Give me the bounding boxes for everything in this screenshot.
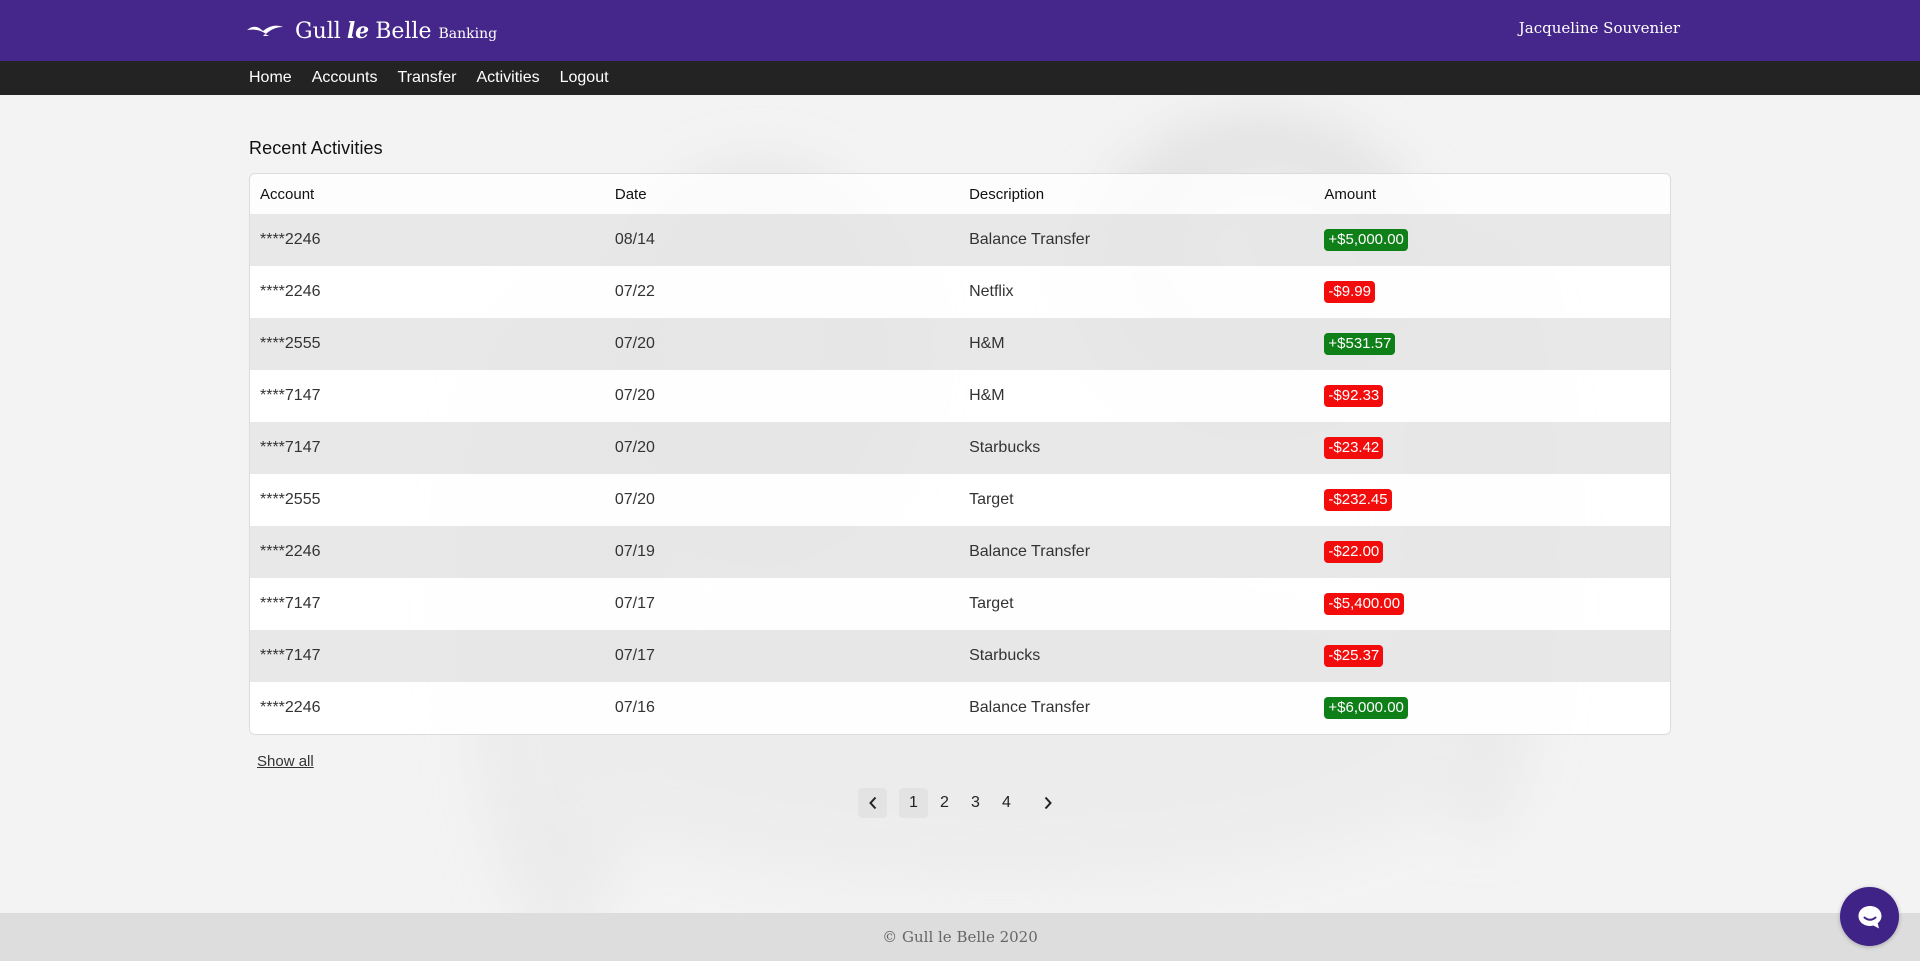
activities-table-body: ****2246 08/14 Balance Transfer +$5,000.00 *… <box>250 214 1670 734</box>
date-cell: 07/17 <box>604 630 960 682</box>
activities-table-card: Account Date Description Amount ****2246… <box>249 173 1671 735</box>
date-cell: 07/16 <box>604 682 960 734</box>
nav-transfer[interactable]: Transfer <box>398 61 457 95</box>
amount-cell: +$531.57 <box>1314 318 1670 370</box>
next-page-button[interactable] <box>1033 788 1062 818</box>
account-cell: ****2246 <box>250 214 605 266</box>
date-cell: 07/17 <box>604 578 960 630</box>
amount-cell: -$9.99 <box>1314 266 1670 318</box>
date-cell: 07/20 <box>604 422 960 474</box>
amount-cell: +$5,000.00 <box>1314 214 1670 266</box>
description-cell: H&M <box>959 318 1315 370</box>
show-all-link[interactable]: Show all <box>257 753 314 770</box>
amount-cell: -$232.45 <box>1314 474 1670 526</box>
table-row: ****2555 07/20 Target -$232.45 <box>250 474 1670 526</box>
date-cell: 07/19 <box>604 526 960 578</box>
page-3-button[interactable]: 3 <box>961 788 990 818</box>
nav-accounts[interactable]: Accounts <box>312 61 378 95</box>
amount-cell: -$25.37 <box>1314 630 1670 682</box>
amount-cell: -$92.33 <box>1314 370 1670 422</box>
description-cell: Balance Transfer <box>959 214 1315 266</box>
account-cell: ****7147 <box>250 578 605 630</box>
nav-activities[interactable]: Activities <box>476 61 539 95</box>
account-cell: ****7147 <box>250 422 605 474</box>
description-cell: Target <box>959 474 1315 526</box>
brand-subtitle: Banking <box>438 25 498 42</box>
account-cell: ****2555 <box>250 474 605 526</box>
amount-cell: +$6,000.00 <box>1314 682 1670 734</box>
brand-name-mid: le <box>346 18 370 44</box>
page-number-list: 1234 <box>898 788 1022 818</box>
main-nav: Home Accounts Transfer Activities Logout <box>0 61 1920 95</box>
page-2-button[interactable]: 2 <box>930 788 959 818</box>
table-row: ****7147 07/20 H&M -$92.33 <box>250 370 1670 422</box>
page-1-button[interactable]: 1 <box>899 788 928 818</box>
table-row: ****2246 08/14 Balance Transfer +$5,000.00 <box>250 214 1670 266</box>
footer: © Gull le Belle 2020 <box>0 913 1920 961</box>
chat-bubble-icon <box>1858 905 1881 928</box>
table-row: ****7147 07/20 Starbucks -$23.42 <box>250 422 1670 474</box>
amount-badge: -$9.99 <box>1324 281 1375 303</box>
chevron-left-icon <box>868 796 876 810</box>
pagination: 1234 <box>249 788 1671 818</box>
amount-badge: +$6,000.00 <box>1324 697 1408 719</box>
nav-home[interactable]: Home <box>249 61 292 95</box>
gull-icon <box>247 25 283 36</box>
footer-copyright: © Gull le Belle 2020 <box>882 928 1038 946</box>
date-cell: 07/22 <box>604 266 960 318</box>
amount-cell: -$5,400.00 <box>1314 578 1670 630</box>
page-title: Recent Activities <box>249 138 383 158</box>
chat-button[interactable] <box>1840 887 1899 946</box>
amount-badge: -$22.00 <box>1324 541 1384 563</box>
date-cell: 07/20 <box>604 474 960 526</box>
column-header-date: Date <box>604 174 960 214</box>
chevron-right-icon <box>1044 796 1052 810</box>
page-4-button[interactable]: 4 <box>992 788 1021 818</box>
account-cell: ****7147 <box>250 370 605 422</box>
table-row: ****2246 07/22 Netflix -$9.99 <box>250 266 1670 318</box>
table-header-row: Account Date Description Amount <box>250 174 1670 214</box>
description-cell: Target <box>959 578 1315 630</box>
nav-logout[interactable]: Logout <box>560 61 609 95</box>
account-cell: ****2246 <box>250 526 605 578</box>
table-row: ****2246 07/19 Balance Transfer -$22.00 <box>250 526 1670 578</box>
table-row: ****2246 07/16 Balance Transfer +$6,000.00 <box>250 682 1670 734</box>
amount-badge: +$531.57 <box>1324 333 1396 355</box>
brand-name-right: Belle <box>375 18 432 44</box>
table-row: ****2555 07/20 H&M +$531.57 <box>250 318 1670 370</box>
column-header-account: Account <box>250 174 605 214</box>
date-cell: 08/14 <box>604 214 960 266</box>
amount-badge: +$5,000.00 <box>1324 229 1408 251</box>
description-cell: Netflix <box>959 266 1315 318</box>
account-cell: ****2246 <box>250 266 605 318</box>
activities-table: Account Date Description Amount ****2246… <box>250 174 1670 734</box>
top-header: Gull le Belle Banking Jacqueline Souveni… <box>0 0 1920 61</box>
account-cell: ****2246 <box>250 682 605 734</box>
amount-badge: -$25.37 <box>1324 645 1384 667</box>
description-cell: H&M <box>959 370 1315 422</box>
amount-cell: -$22.00 <box>1314 526 1670 578</box>
amount-badge: -$92.33 <box>1324 385 1384 407</box>
date-cell: 07/20 <box>604 370 960 422</box>
amount-badge: -$5,400.00 <box>1324 593 1405 615</box>
description-cell: Starbucks <box>959 422 1315 474</box>
description-cell: Balance Transfer <box>959 682 1315 734</box>
amount-cell: -$23.42 <box>1314 422 1670 474</box>
brand-logo[interactable]: Gull le Belle Banking <box>245 16 497 46</box>
main-content: Recent Activities Account Date Descripti… <box>249 95 1671 818</box>
amount-badge: -$23.42 <box>1324 437 1384 459</box>
prev-page-button[interactable] <box>858 788 887 818</box>
amount-badge: -$232.45 <box>1324 489 1392 511</box>
column-header-amount: Amount <box>1314 174 1670 214</box>
column-header-description: Description <box>959 174 1315 214</box>
table-row: ****7147 07/17 Starbucks -$25.37 <box>250 630 1670 682</box>
description-cell: Starbucks <box>959 630 1315 682</box>
user-name[interactable]: Jacqueline Souvenier <box>1519 19 1680 37</box>
brand-name-left: Gull <box>295 18 341 44</box>
date-cell: 07/20 <box>604 318 960 370</box>
account-cell: ****7147 <box>250 630 605 682</box>
table-row: ****7147 07/17 Target -$5,400.00 <box>250 578 1670 630</box>
description-cell: Balance Transfer <box>959 526 1315 578</box>
account-cell: ****2555 <box>250 318 605 370</box>
